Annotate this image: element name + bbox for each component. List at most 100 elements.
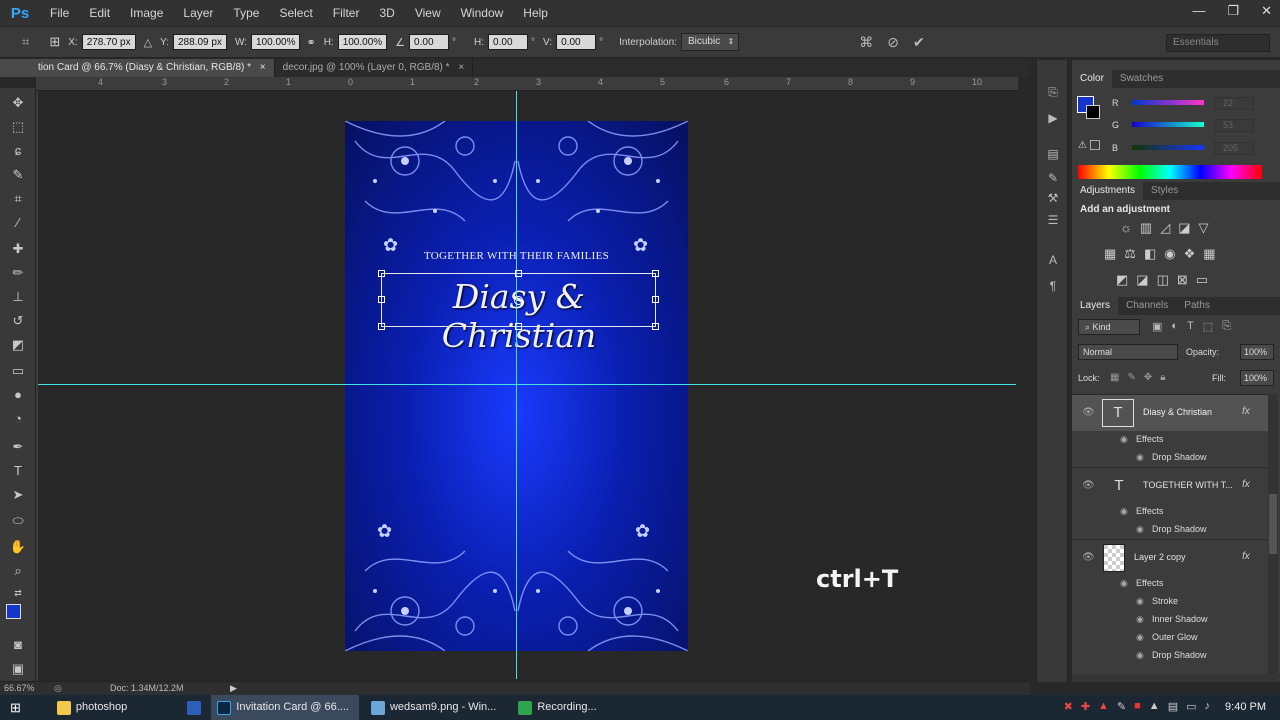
close-icon[interactable]: × bbox=[260, 62, 266, 73]
foreground-color-swatch[interactable] bbox=[6, 604, 21, 619]
restore-icon[interactable]: ❐ bbox=[1227, 0, 1239, 22]
channel-mixer-icon[interactable]: ❖ bbox=[1184, 246, 1196, 262]
lock-position-icon[interactable]: ✥ bbox=[1144, 372, 1152, 383]
character-panel-icon[interactable]: A bbox=[1045, 252, 1061, 268]
type-tool-icon[interactable]: T bbox=[9, 462, 27, 480]
photo-filter-icon[interactable]: ◉ bbox=[1164, 246, 1175, 262]
taskbar-item-recording[interactable]: Recording... bbox=[512, 695, 606, 720]
eye-icon[interactable]: ◉ bbox=[1136, 452, 1144, 463]
dodge-tool-icon[interactable]: ◔ bbox=[9, 410, 27, 428]
vertical-guide[interactable] bbox=[516, 91, 517, 679]
taskbar-item-photoshop-folder[interactable]: photoshop bbox=[51, 695, 137, 720]
effect-row[interactable]: ◉ Drop Shadow bbox=[1072, 647, 1268, 665]
color-bg-swatch[interactable] bbox=[1086, 105, 1100, 119]
eye-icon[interactable]: ◉ bbox=[1120, 434, 1128, 445]
menu-layer[interactable]: Layer bbox=[173, 0, 223, 26]
hue-saturation-icon[interactable]: ▦ bbox=[1104, 246, 1116, 262]
red-slider[interactable] bbox=[1132, 100, 1204, 105]
invert-icon[interactable]: ◩ bbox=[1116, 272, 1128, 288]
eye-icon[interactable]: ◉ bbox=[1120, 506, 1128, 517]
x-field[interactable]: 278.70 px bbox=[81, 34, 136, 50]
taskbar-item-image-viewer[interactable]: wedsam9.png - Win... bbox=[365, 695, 506, 720]
move-tool-icon[interactable]: ✥ bbox=[9, 94, 27, 112]
clone-stamp-tool-icon[interactable]: ⊥ bbox=[9, 288, 27, 306]
opacity-field[interactable]: 100% bbox=[1240, 344, 1274, 360]
effect-row[interactable]: ◉ Drop Shadow bbox=[1072, 449, 1268, 467]
transform-handle[interactable] bbox=[378, 296, 385, 303]
tray-icon[interactable]: ▲ bbox=[1098, 700, 1109, 713]
vskew-field[interactable]: 0.00 bbox=[556, 34, 597, 50]
fill-field[interactable]: 100% bbox=[1240, 370, 1274, 386]
warp-icon[interactable]: ⌘ bbox=[859, 34, 873, 51]
width-field[interactable]: 100.00% bbox=[250, 34, 301, 50]
reference-point-icon[interactable]: ⊞ bbox=[49, 34, 60, 50]
adjust-panel-icon[interactable]: ☰ bbox=[1045, 212, 1061, 228]
transform-handle[interactable] bbox=[652, 270, 659, 277]
default-colors-icon[interactable]: ⇄ bbox=[9, 584, 27, 602]
lock-transparent-icon[interactable]: ▦ bbox=[1110, 372, 1119, 383]
lasso-tool-icon[interactable]: ɕ bbox=[9, 142, 27, 160]
transform-handle[interactable] bbox=[515, 323, 522, 330]
close-icon[interactable]: ✕ bbox=[1261, 0, 1272, 22]
eye-icon[interactable]: ◉ bbox=[1136, 614, 1144, 625]
menu-file[interactable]: File bbox=[40, 0, 79, 26]
black-white-icon[interactable]: ◧ bbox=[1144, 246, 1156, 262]
taskbar-item-photoshop[interactable]: Invitation Card @ 66.... bbox=[211, 695, 359, 720]
path-selection-tool-icon[interactable]: ➤ bbox=[9, 486, 27, 504]
taskbar-item-word[interactable] bbox=[181, 695, 211, 720]
warning-icon[interactable]: ⚠ bbox=[1078, 140, 1087, 151]
transform-tool-icon[interactable]: ⌗ bbox=[22, 34, 29, 50]
eye-icon[interactable]: ◉ bbox=[1120, 578, 1128, 589]
horizontal-guide[interactable] bbox=[38, 384, 1016, 385]
y-field[interactable]: 288.09 px bbox=[173, 34, 227, 50]
gradient-tool-icon[interactable]: ▭ bbox=[9, 362, 27, 380]
effects-row[interactable]: ◉ Effects bbox=[1072, 431, 1268, 449]
actions-panel-icon[interactable]: ▶ bbox=[1045, 110, 1061, 126]
angle-field[interactable]: 0.00 bbox=[409, 34, 450, 50]
zoom-tool-icon[interactable]: ⌕ bbox=[9, 562, 27, 580]
volume-icon[interactable]: ♪ bbox=[1205, 700, 1211, 713]
workspace-select[interactable]: Essentials bbox=[1166, 34, 1270, 52]
menu-type[interactable]: Type bbox=[223, 0, 269, 26]
eye-icon[interactable]: 👁︎ bbox=[1082, 407, 1095, 418]
menu-help[interactable]: Help bbox=[513, 0, 558, 26]
web-safe-icon[interactable] bbox=[1090, 140, 1100, 150]
close-icon[interactable]: × bbox=[458, 62, 464, 73]
blend-mode-select[interactable]: Normal bbox=[1078, 344, 1178, 360]
brightness-icon[interactable]: ☼ bbox=[1120, 220, 1132, 236]
tab-color[interactable]: Color bbox=[1072, 70, 1112, 88]
eye-icon[interactable]: ◉ bbox=[1136, 650, 1144, 661]
channel-value[interactable]: 205 bbox=[1214, 142, 1254, 155]
status-icon[interactable]: ◎ bbox=[54, 682, 62, 695]
filter-smart-icon[interactable]: ⎘ bbox=[1222, 320, 1231, 333]
fx-icon[interactable]: fx bbox=[1242, 551, 1250, 562]
properties-panel-icon[interactable]: ▤ bbox=[1045, 146, 1061, 162]
menu-image[interactable]: Image bbox=[120, 0, 173, 26]
tab-adjustments[interactable]: Adjustments bbox=[1072, 182, 1144, 200]
layer-filter-select[interactable]: ⌕ Kind bbox=[1078, 319, 1140, 335]
tab-channels[interactable]: Channels bbox=[1118, 297, 1176, 315]
paragraph-panel-icon[interactable]: ¶ bbox=[1045, 278, 1061, 294]
commit-transform-icon[interactable]: ✔ bbox=[913, 34, 925, 51]
color-lookup-icon[interactable]: ▦ bbox=[1203, 246, 1215, 262]
transform-handle[interactable] bbox=[378, 323, 385, 330]
menu-filter[interactable]: Filter bbox=[323, 0, 370, 26]
tray-icon[interactable]: ✚ bbox=[1081, 700, 1090, 713]
history-brush-tool-icon[interactable]: ↺ bbox=[9, 312, 27, 330]
link-icon[interactable]: ⚭ bbox=[306, 36, 315, 49]
marquee-tool-icon[interactable]: ⬚ bbox=[9, 118, 27, 136]
transform-handle[interactable] bbox=[652, 323, 659, 330]
tab-styles[interactable]: Styles bbox=[1143, 182, 1186, 200]
filter-shape-icon[interactable]: ⬚ bbox=[1203, 320, 1213, 333]
status-arrow-icon[interactable]: ▶ bbox=[230, 682, 237, 695]
menu-view[interactable]: View bbox=[405, 0, 451, 26]
layer-row-together[interactable]: 👁︎ T TOGETHER WITH T... fx bbox=[1072, 467, 1268, 503]
blue-slider[interactable] bbox=[1132, 145, 1204, 150]
channel-value[interactable]: 53 bbox=[1214, 119, 1254, 132]
fx-icon[interactable]: fx bbox=[1242, 406, 1250, 417]
shape-tool-icon[interactable]: ⬭ bbox=[9, 512, 27, 530]
eraser-tool-icon[interactable]: ◩ bbox=[9, 336, 27, 354]
tray-icon[interactable]: ▲ bbox=[1149, 700, 1160, 713]
layer-row-diasy-christian[interactable]: 👁︎ T Diasy & Christian fx bbox=[1072, 395, 1268, 431]
menu-edit[interactable]: Edit bbox=[79, 0, 120, 26]
